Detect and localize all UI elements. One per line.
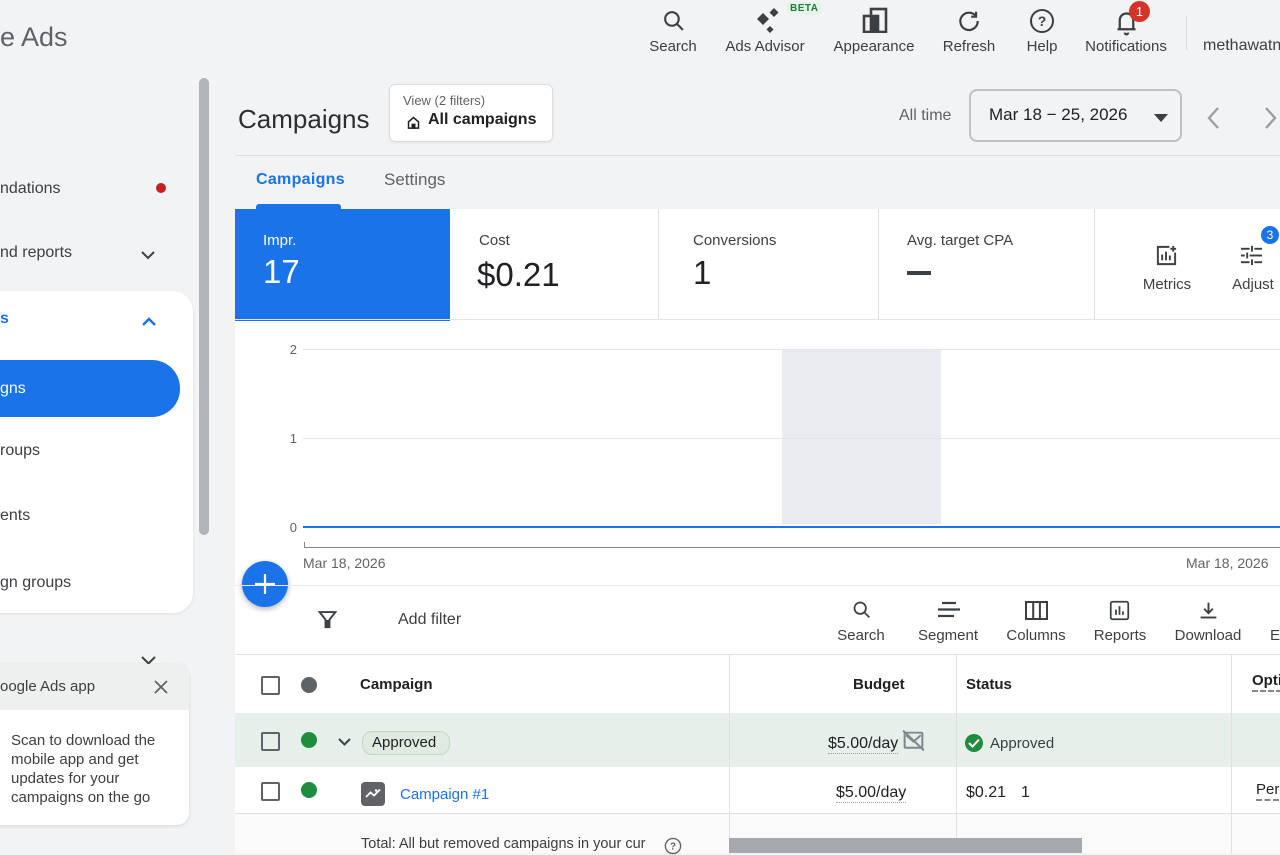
svg-text:?: ? — [1038, 13, 1047, 29]
svg-text:?: ? — [670, 841, 676, 852]
